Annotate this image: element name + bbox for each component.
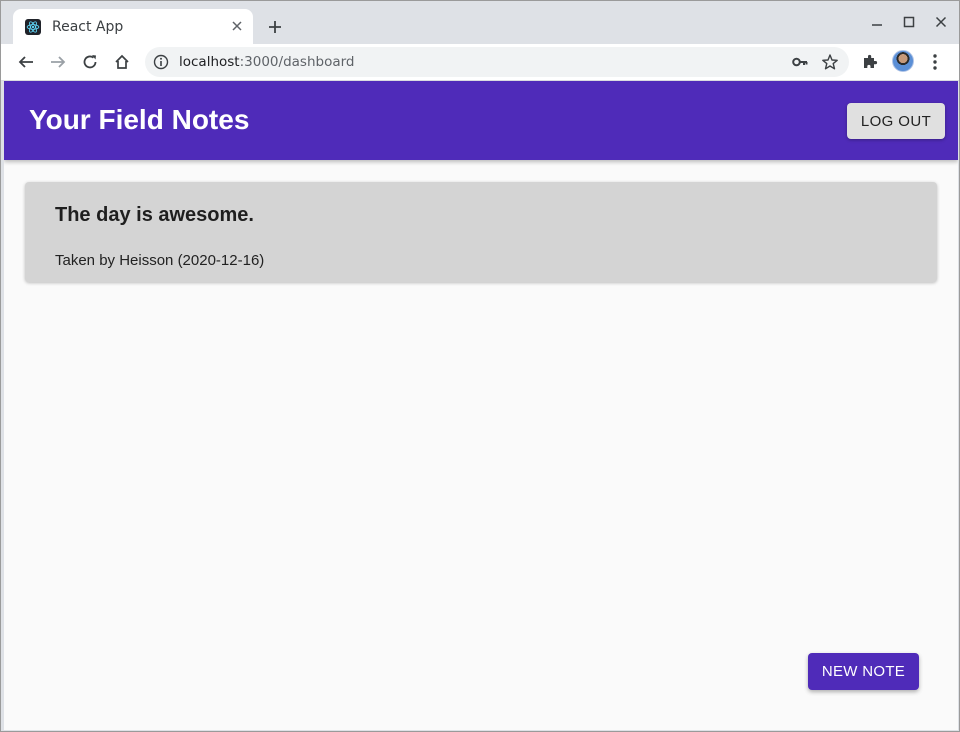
url-path: :3000/dashboard bbox=[239, 54, 355, 70]
logout-button[interactable]: LOG OUT bbox=[847, 103, 945, 139]
react-favicon bbox=[25, 18, 41, 35]
note-meta: Taken by Heisson (2020-12-16) bbox=[55, 252, 265, 269]
tab-strip: React App bbox=[1, 1, 959, 44]
key-icon[interactable] bbox=[791, 53, 809, 71]
note-card[interactable]: The day is awesome. Taken by Heisson (20… bbox=[25, 182, 937, 282]
maximize-icon[interactable] bbox=[899, 13, 919, 33]
close-icon[interactable] bbox=[229, 18, 245, 34]
plus-icon[interactable] bbox=[263, 15, 287, 39]
app-bar: Your Field Notes LOG OUT bbox=[4, 81, 958, 160]
new-note-button[interactable]: NEW NOTE bbox=[808, 653, 919, 690]
page-viewport: Your Field Notes LOG OUT The day is awes… bbox=[4, 81, 958, 730]
browser-toolbar: localhost:3000/dashboard bbox=[1, 44, 959, 81]
info-icon[interactable] bbox=[153, 54, 169, 70]
reload-icon[interactable] bbox=[78, 50, 102, 74]
back-arrow-icon[interactable] bbox=[14, 50, 38, 74]
browser-tab[interactable]: React App bbox=[13, 9, 253, 44]
close-window-icon[interactable] bbox=[931, 13, 951, 33]
note-title: The day is awesome. bbox=[55, 204, 254, 226]
minimize-icon[interactable] bbox=[867, 13, 887, 33]
star-icon[interactable] bbox=[821, 53, 839, 71]
kebab-menu-icon[interactable] bbox=[925, 52, 945, 72]
page-title: Your Field Notes bbox=[29, 104, 250, 135]
address-bar[interactable]: localhost:3000/dashboard bbox=[145, 47, 849, 77]
avatar[interactable] bbox=[892, 50, 914, 72]
browser-window: React App localhost:3000/dashboard Your … bbox=[0, 0, 960, 732]
forward-arrow-icon[interactable] bbox=[46, 50, 70, 74]
url-text: localhost:3000/dashboard bbox=[179, 54, 354, 70]
home-icon[interactable] bbox=[110, 50, 134, 74]
tab-title: React App bbox=[52, 18, 124, 35]
puzzle-icon[interactable] bbox=[861, 53, 881, 73]
url-host: localhost bbox=[179, 54, 240, 70]
